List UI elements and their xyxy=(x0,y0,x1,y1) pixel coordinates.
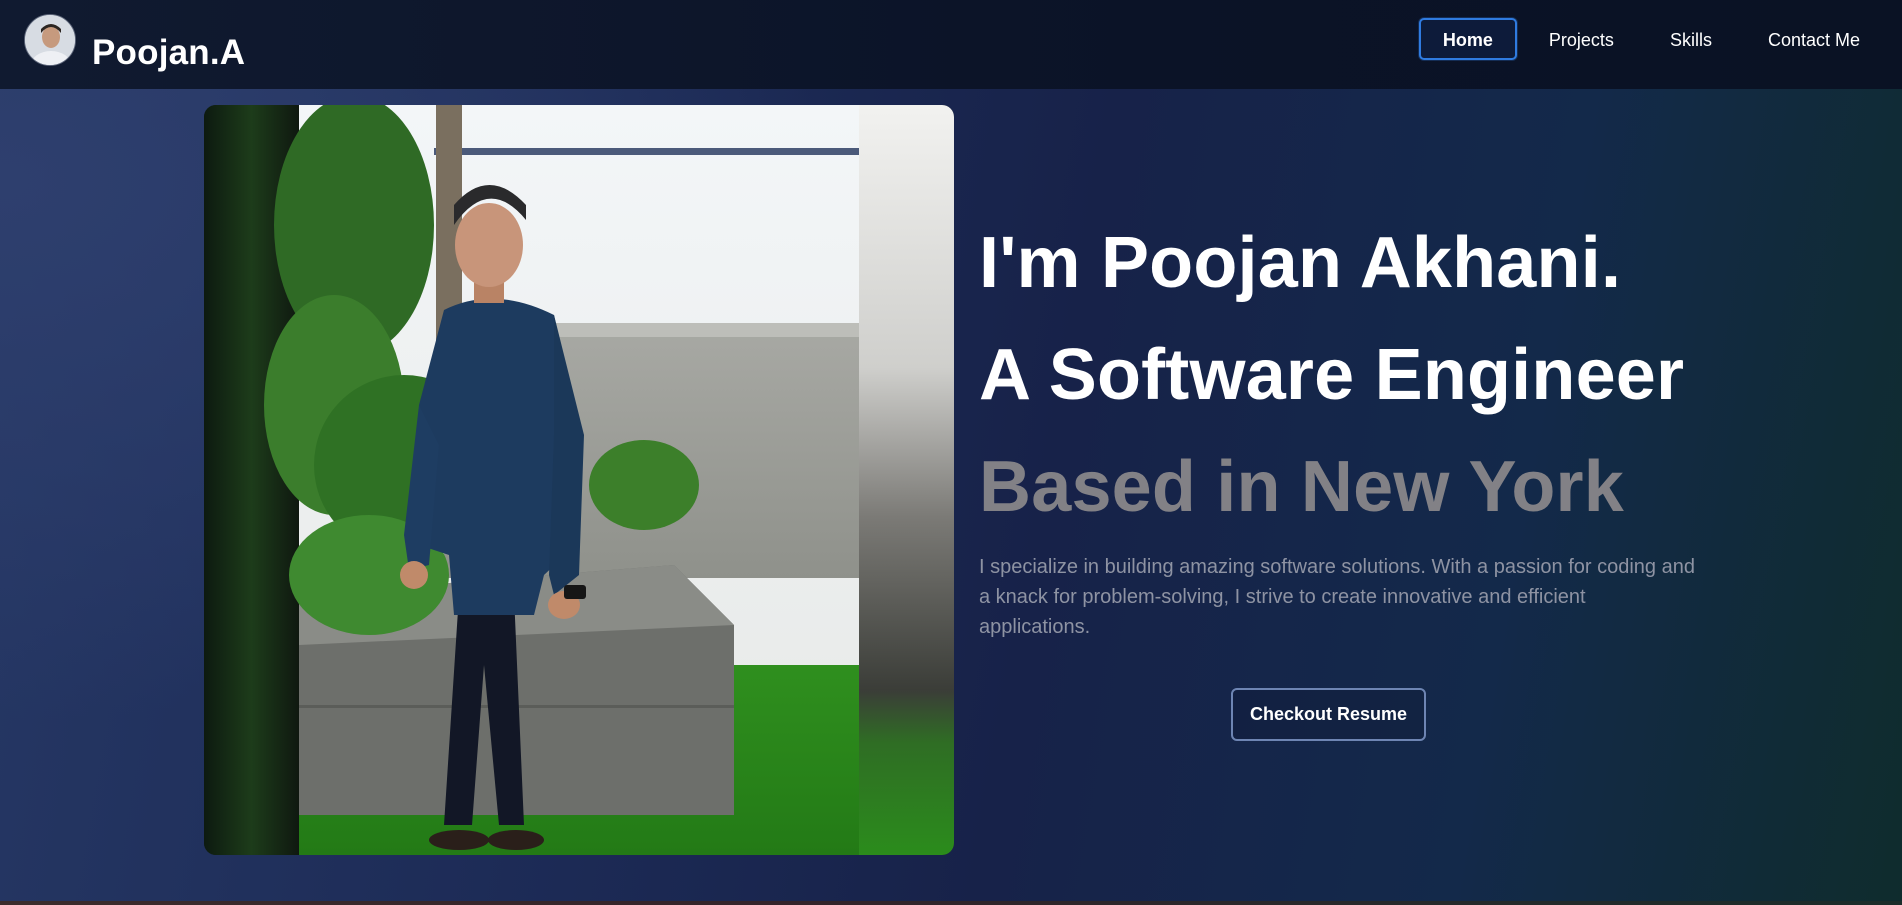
section-divider xyxy=(0,901,1902,905)
brand-name[interactable]: Poojan.A xyxy=(92,33,245,73)
portrait-image xyxy=(204,105,954,855)
hero-line-role: A Software Engineer xyxy=(979,335,1685,415)
nav-home[interactable]: Home xyxy=(1418,18,1517,60)
hero-photo xyxy=(204,105,954,855)
hero-description: I specialize in building amazing softwar… xyxy=(979,556,1695,638)
nav-skills[interactable]: Skills xyxy=(1646,18,1736,60)
avatar-image xyxy=(25,15,75,65)
main-nav: Home Projects Skills Contact Me xyxy=(1411,18,1884,60)
profile-avatar[interactable] xyxy=(24,14,76,66)
hero-line-name: I'm Poojan Akhani. xyxy=(979,223,1622,303)
nav-projects[interactable]: Projects xyxy=(1525,18,1638,60)
portfolio-page: Poojan.A Home Projects Skills Contact Me xyxy=(0,0,1902,905)
nav-contact[interactable]: Contact Me xyxy=(1744,18,1884,60)
navbar: Poojan.A Home Projects Skills Contact Me xyxy=(0,0,1902,89)
hero-line-location: Based in New York xyxy=(979,447,1624,527)
checkout-resume-button[interactable]: Checkout Resume xyxy=(1231,688,1426,741)
